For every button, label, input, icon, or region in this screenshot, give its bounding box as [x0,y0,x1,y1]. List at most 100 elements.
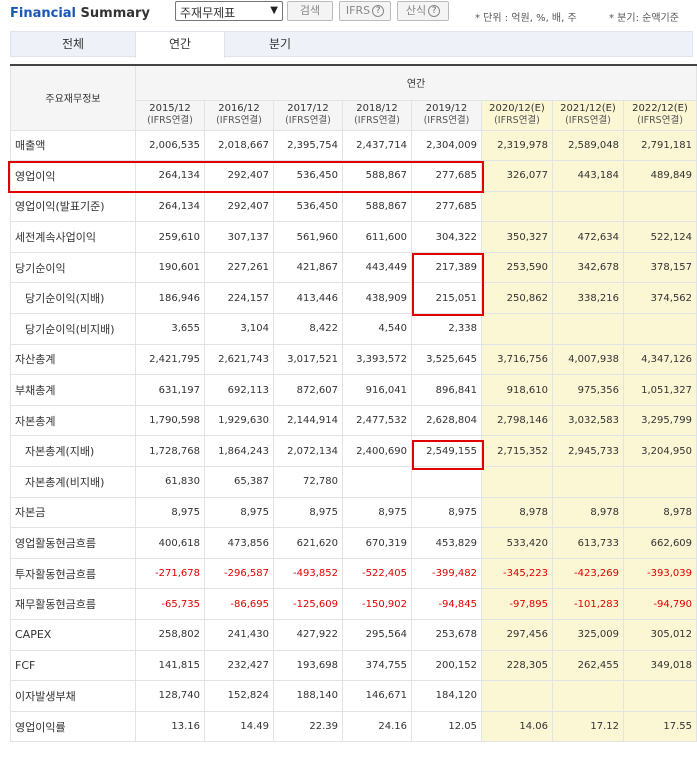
table-cell: 2,477,532 [342,404,412,437]
ifrs-help-button[interactable]: IFRS? [339,1,391,21]
table-cell: 611,600 [342,221,412,253]
row-label: 자본총계(지배) [10,435,136,468]
table-cell: 65,387 [204,466,274,498]
column-header: 2015/12 (IFRS연결) [135,99,205,131]
row-label: 세전계속사업이익 [10,221,136,253]
tab-all[interactable]: 전체 [11,32,135,57]
table-cell: 227,261 [204,251,274,284]
table-cell: 443,184 [552,160,624,192]
table-cell: -150,902 [342,588,412,620]
table-cell: 2,018,667 [204,129,274,162]
table-cell: 975,356 [552,374,624,406]
table-cell: 8,975 [135,496,205,529]
table-cell: 200,152 [411,649,482,682]
table-cell: 349,018 [622,649,697,682]
table-cell: 2,319,978 [481,129,553,162]
row-label: 자본총계(비지배) [10,466,136,498]
table-cell: 292,407 [204,190,274,223]
column-period: 2017/12 [287,103,329,114]
table-row: 당기순이익(지배) 186,946 224,157 413,446 438,909 215… [10,282,697,315]
table-cell: 253,590 [481,251,553,284]
table-cell: 472,634 [552,221,624,253]
column-basis: (IFRS연결) [216,115,262,126]
table-cell: -393,039 [622,557,697,590]
statement-select[interactable]: 주재무제표 ▼ [175,1,283,21]
table-row: 당기순이익(비지배) 3,655 3,104 8,422 4,540 2,338 [10,313,697,345]
table-cell: 8,978 [552,496,624,529]
table-row: 자본총계(비지배) 61,830 65,387 72,780 [10,466,697,498]
table-cell: 443,449 [342,251,412,284]
table-cell: 872,607 [273,374,343,406]
row-label: 자본금 [10,496,136,529]
table-cell: 2,437,714 [342,129,412,162]
column-basis: (IFRS연결) [423,115,470,126]
table-cell: 17.12 [552,710,624,743]
table-row: 매출액 2,006,535 2,018,667 2,395,754 2,437,714 2… [10,129,697,162]
table-cell: 1,864,243 [204,435,274,468]
table-cell: 8,975 [204,496,274,529]
table-cell: 3,295,799 [622,404,697,437]
table-cell: 146,671 [342,680,412,712]
table-row: 영업이익(발표기준) 264,134 292,407 536,450 588,867 27… [10,190,697,223]
table-cell: 326,077 [481,160,553,192]
table-cell: 621,620 [273,527,343,559]
table-cell: 2,421,795 [135,343,205,376]
row-label: FCF [10,649,136,682]
table-cell: 631,197 [135,374,205,406]
table-cell: 8,422 [273,313,343,345]
table-cell: 453,829 [411,527,482,559]
table-cell: 613,733 [552,527,624,559]
formula-help-button[interactable]: 산식? [397,1,449,21]
column-basis: (IFRS연결) [147,115,193,126]
basis-note: * 분기: 순액기준 [609,13,679,24]
table-cell [481,313,553,345]
table-cell: 2,072,134 [273,435,343,468]
table-cell: 2,304,009 [411,129,482,162]
table-row: 자본금 8,975 8,975 8,975 8,975 8,975 8,978 8,978 8,… [10,496,697,529]
table-cell: 561,960 [273,221,343,253]
table-cell: 1,051,327 [622,374,697,406]
table-cell: 400,618 [135,527,205,559]
tab-annual[interactable]: 연간 [135,32,225,58]
column-header: 2021/12(E) (IFRS연결) [552,99,624,131]
table-cell: 374,755 [342,649,412,682]
table-row: 자산총계 2,421,795 2,621,743 3,017,521 3,393,572… [10,343,697,376]
table-cell: 13.16 [135,710,205,743]
top-bar: Financial Summary 주재무제표 ▼ 검색 IFRS? 산식? *… [0,0,697,28]
column-period: 2020/12(E) [489,103,545,114]
column-period: 2016/12 [218,103,260,114]
table-cell: -423,269 [552,557,624,590]
column-period: 2021/12(E) [560,103,616,114]
table-cell: 2,628,804 [411,404,482,437]
table-cell: 536,450 [273,160,343,192]
table-cell: 8,975 [273,496,343,529]
table-cell: 473,856 [204,527,274,559]
table-cell: 4,007,938 [552,343,624,376]
table-cell: 4,540 [342,313,412,345]
table-cell: 307,137 [204,221,274,253]
row-label: 이자발생부채 [10,680,136,712]
table-cell: 3,525,645 [411,343,482,376]
table-cell [552,313,624,345]
table-cell: 8,978 [622,496,697,529]
table-cell: 2,791,181 [622,129,697,162]
tab-quarterly[interactable]: 분기 [225,32,335,57]
table-cell: 427,922 [273,619,343,651]
table-cell: 2,338 [411,313,482,345]
table-cell: 304,322 [411,221,482,253]
row-label: 투자활동현금흐름 [10,557,136,590]
table-cell: 184,120 [411,680,482,712]
table-cell: 3,204,950 [622,435,697,468]
table-cell: 489,849 [622,160,697,192]
table-cell: 264,134 [135,190,205,223]
table-cell: 2,400,690 [342,435,412,468]
column-period: 2015/12 [149,103,191,114]
column-header: 2022/12(E) (IFRS연결) [622,99,697,131]
search-button[interactable]: 검색 [287,1,333,21]
table-cell: 188,140 [273,680,343,712]
table-cell: 1,929,630 [204,404,274,437]
column-basis: (IFRS연결) [637,115,683,126]
table-cell: 297,456 [481,619,553,651]
table-cell: 918,610 [481,374,553,406]
table-cell: 342,678 [552,251,624,284]
